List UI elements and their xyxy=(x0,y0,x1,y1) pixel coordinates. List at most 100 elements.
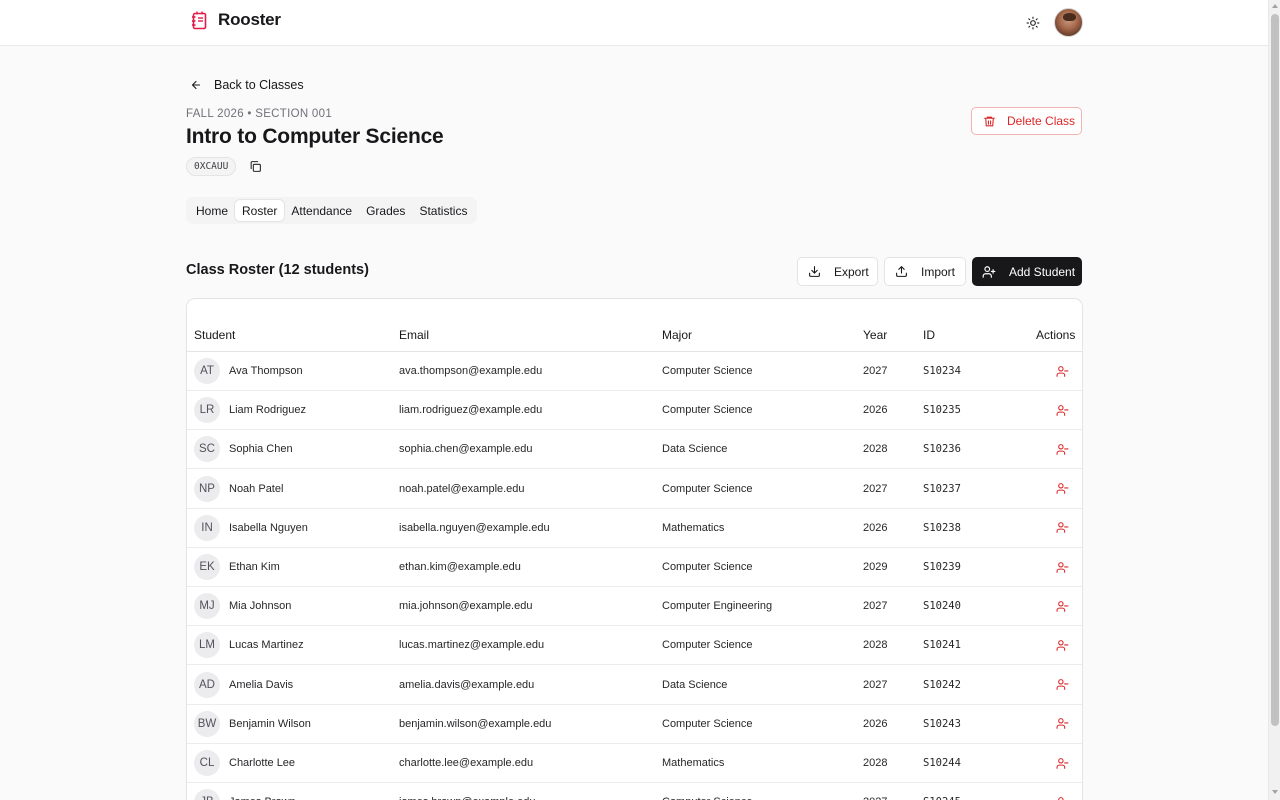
remove-student-button[interactable] xyxy=(1054,402,1070,418)
student-email: sophia.chen@example.edu xyxy=(399,443,533,456)
student-year: 2026 xyxy=(863,521,888,534)
remove-student-button[interactable] xyxy=(1054,637,1070,653)
student-year: 2026 xyxy=(863,404,888,417)
class-code-row: 0XCAUU xyxy=(186,157,263,176)
remove-student-button[interactable] xyxy=(1054,716,1070,732)
student-major: Computer Science xyxy=(662,639,753,652)
student-name: Sophia Chen xyxy=(229,443,293,456)
user-minus-icon xyxy=(1056,443,1068,455)
scroll-down-arrow[interactable] xyxy=(1272,790,1278,794)
student-major: Computer Science xyxy=(662,561,753,573)
column-header-id[interactable]: ID xyxy=(923,328,935,342)
table-row[interactable]: AD Amelia Davis amelia.davis@example.edu Da… xyxy=(187,666,1082,705)
roster-title: Class Roster (12 students) xyxy=(186,262,369,278)
remove-student-button[interactable] xyxy=(1054,481,1070,497)
user-avatar[interactable] xyxy=(1054,8,1083,37)
remove-student-button[interactable] xyxy=(1054,441,1070,457)
student-major: Computer Science xyxy=(662,482,753,495)
column-header-email[interactable]: Email xyxy=(399,328,429,342)
delete-class-button[interactable]: Delete Class xyxy=(971,107,1082,135)
import-label: Import xyxy=(921,264,956,279)
top-bar: Rooster xyxy=(0,0,1268,46)
remove-student-button[interactable] xyxy=(1054,755,1070,771)
user-minus-icon xyxy=(1056,757,1068,769)
sun-icon xyxy=(1026,16,1040,30)
table-row[interactable]: LR Liam Rodriguez liam.rodriguez@example.e… xyxy=(187,391,1082,431)
remove-student-button[interactable] xyxy=(1054,520,1070,536)
remove-student-button[interactable] xyxy=(1054,559,1070,575)
student-id: S10238 xyxy=(923,521,961,534)
page-scrollbar[interactable] xyxy=(1268,0,1280,800)
student-id: S10237 xyxy=(923,482,961,495)
student-id: S10241 xyxy=(923,639,961,652)
student-id: S10240 xyxy=(923,600,961,613)
column-header-student[interactable]: Student xyxy=(194,328,235,342)
delete-class-label: Delete Class xyxy=(1007,114,1076,128)
import-button[interactable]: Import xyxy=(884,257,966,286)
student-initials-avatar: SC xyxy=(194,436,220,463)
column-header-major[interactable]: Major xyxy=(662,328,692,342)
student-name: Lucas Martinez xyxy=(229,639,304,652)
back-to-classes-link[interactable]: Back to Classes xyxy=(190,78,304,92)
tab-home[interactable]: Home xyxy=(189,200,235,221)
user-minus-icon xyxy=(1056,600,1068,612)
student-year: 2027 xyxy=(863,678,888,691)
tab-attendance[interactable]: Attendance xyxy=(284,200,359,221)
student-id: S10234 xyxy=(923,365,961,377)
table-row[interactable]: JB James Brown james.brown@example.edu Comp… xyxy=(187,783,1082,800)
column-header-year[interactable]: Year xyxy=(863,328,887,342)
student-initials-avatar: LM xyxy=(194,632,220,659)
user-minus-icon xyxy=(1056,404,1068,416)
student-initials-avatar: NP xyxy=(194,475,220,502)
user-plus-icon xyxy=(982,265,996,278)
student-major: Computer Engineering xyxy=(662,600,773,613)
student-name: Mia Johnson xyxy=(229,600,292,613)
student-email: ethan.kim@example.edu xyxy=(399,561,521,573)
table-row[interactable]: BW Benjamin Wilson benjamin.wilson@example… xyxy=(187,705,1082,744)
class-term: FALL 2026 • SECTION 001 xyxy=(186,108,333,120)
tab-grades[interactable]: Grades xyxy=(359,200,412,221)
table-row[interactable]: SC Sophia Chen sophia.chen@example.edu Data… xyxy=(187,430,1082,470)
student-email: benjamin.wilson@example.edu xyxy=(399,717,552,730)
remove-student-button[interactable] xyxy=(1054,794,1070,800)
student-initials-avatar: AD xyxy=(194,671,220,698)
student-year: 2028 xyxy=(863,443,888,456)
student-major: Mathematics xyxy=(662,757,725,769)
student-year: 2027 xyxy=(863,482,888,495)
table-row[interactable]: EK Ethan Kim ethan.kim@example.edu Computer… xyxy=(187,548,1082,587)
table-row[interactable]: CL Charlotte Lee charlotte.lee@example.edu… xyxy=(187,744,1082,783)
remove-student-button[interactable] xyxy=(1054,598,1070,614)
student-name: Liam Rodriguez xyxy=(229,404,307,417)
brand[interactable]: Rooster xyxy=(191,10,281,30)
student-initials-avatar: BW xyxy=(194,710,220,737)
remove-student-button[interactable] xyxy=(1054,677,1070,693)
student-year: 2029 xyxy=(863,561,888,573)
export-button[interactable]: Export xyxy=(797,257,878,286)
scroll-thumb[interactable] xyxy=(1271,14,1279,726)
table-row[interactable]: NP Noah Patel noah.patel@example.edu Comput… xyxy=(187,470,1082,509)
student-major: Computer Science xyxy=(662,796,753,800)
table-row[interactable]: AT Ava Thompson ava.thompson@example.edu Co… xyxy=(187,352,1082,391)
student-email: ava.thompson@example.edu xyxy=(399,365,543,377)
student-email: liam.rodriguez@example.edu xyxy=(399,404,543,417)
student-email: lucas.martinez@example.edu xyxy=(399,639,545,652)
student-year: 2027 xyxy=(863,796,887,800)
table-row[interactable]: LM Lucas Martinez lucas.martinez@example.e… xyxy=(187,626,1082,666)
student-major: Data Science xyxy=(662,443,728,456)
table-row[interactable]: MJ Mia Johnson mia.johnson@example.edu Comp… xyxy=(187,587,1082,627)
theme-toggle-button[interactable] xyxy=(1023,13,1043,33)
student-name: James Brown xyxy=(229,796,296,800)
class-code-badge: 0XCAUU xyxy=(186,157,237,176)
student-name: Noah Patel xyxy=(229,482,284,495)
tab-statistics[interactable]: Statistics xyxy=(412,200,474,221)
copy-code-button[interactable] xyxy=(247,159,263,175)
student-year: 2028 xyxy=(863,757,888,769)
add-student-button[interactable]: Add Student xyxy=(972,257,1082,286)
scroll-up-arrow[interactable] xyxy=(1272,4,1278,8)
remove-student-button[interactable] xyxy=(1054,363,1070,379)
student-year: 2027 xyxy=(863,600,888,613)
student-id: S10239 xyxy=(923,561,961,573)
table-row[interactable]: IN Isabella Nguyen isabella.nguyen@example… xyxy=(187,509,1082,548)
student-year: 2026 xyxy=(863,717,888,730)
tab-roster[interactable]: Roster xyxy=(235,200,285,221)
